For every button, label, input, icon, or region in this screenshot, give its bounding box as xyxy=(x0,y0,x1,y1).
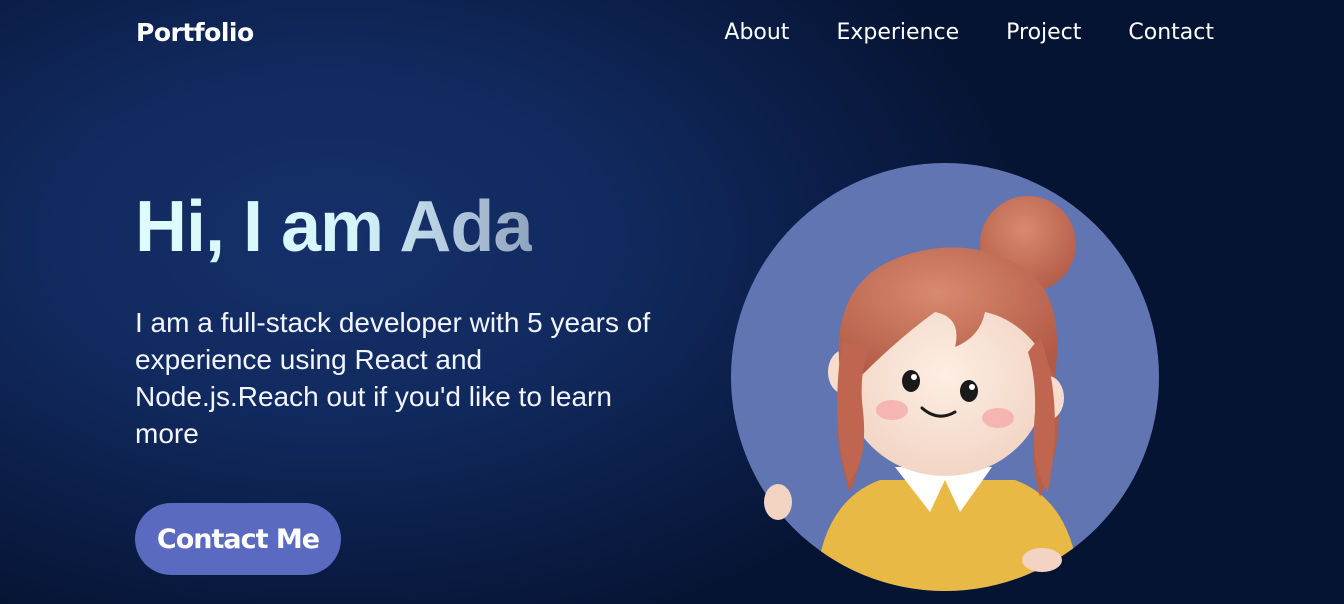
nav-link-project[interactable]: Project xyxy=(1006,20,1081,45)
nav-link-contact[interactable]: Contact xyxy=(1128,20,1214,45)
top-nav: Portfolio About Experience Project Conta… xyxy=(0,0,1344,72)
hero-description: I am a full-stack developer with 5 years… xyxy=(135,307,651,449)
hero-title: Hi, I am Ada xyxy=(135,187,533,267)
nav-link-about[interactable]: About xyxy=(724,20,789,45)
nav-links: About Experience Project Contact xyxy=(724,20,1214,45)
nav-link-experience[interactable]: Experience xyxy=(836,20,959,45)
avatar xyxy=(730,162,1160,592)
avatar-illustration xyxy=(731,163,1159,591)
contact-me-button[interactable]: Contact Me xyxy=(135,503,341,575)
logo[interactable]: Portfolio xyxy=(136,18,254,47)
